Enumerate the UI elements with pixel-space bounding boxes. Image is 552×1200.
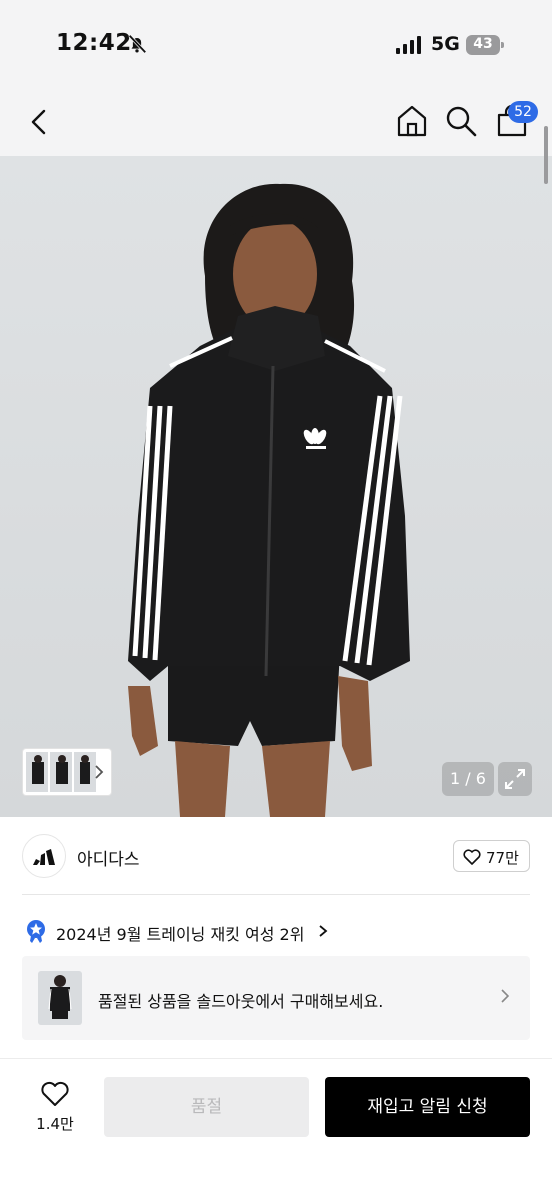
thumbnail-images xyxy=(26,752,96,792)
heart-icon xyxy=(463,849,481,865)
banner-thumbnail xyxy=(38,971,82,1025)
brand-like-button[interactable]: 77만 xyxy=(453,840,530,872)
search-icon[interactable] xyxy=(444,104,478,138)
signal-icon xyxy=(396,36,421,54)
adidas-logo-icon xyxy=(33,849,55,865)
heart-icon xyxy=(41,1081,69,1106)
chevron-right-icon xyxy=(95,765,104,779)
expand-icon xyxy=(505,769,525,789)
brand-logo[interactable] xyxy=(22,834,66,878)
wishlist-button[interactable]: 1.4만 xyxy=(30,1081,80,1137)
ranking-badge-icon xyxy=(27,920,45,943)
brand-name[interactable]: 아디다스 xyxy=(77,845,140,870)
brand-like-count: 77만 xyxy=(486,849,519,867)
back-icon[interactable] xyxy=(22,105,56,139)
chevron-right-icon[interactable] xyxy=(318,924,328,938)
ranking-text[interactable]: 2024년 9월 트레이닝 재킷 여성 2위 xyxy=(56,921,304,945)
soldout-button: 품절 xyxy=(104,1077,309,1137)
wishlist-count: 1.4만 xyxy=(36,1115,74,1133)
top-nav xyxy=(0,90,552,156)
expand-button[interactable] xyxy=(498,762,532,796)
banner-text: 품절된 상품을 솔드아웃에서 구매해보세요. xyxy=(98,992,384,1011)
status-bar: 12:42 5G 43 xyxy=(0,0,552,90)
status-time: 12:42 xyxy=(56,30,132,56)
product-image[interactable] xyxy=(0,156,552,817)
chevron-right-icon xyxy=(501,989,510,1003)
thumbnail-strip[interactable] xyxy=(22,748,112,796)
home-icon[interactable] xyxy=(394,103,430,139)
restock-alert-button[interactable]: 재입고 알림 신청 xyxy=(325,1077,530,1137)
jacket-photo xyxy=(128,183,410,817)
image-counter: 1 / 6 xyxy=(442,762,494,796)
bottom-action-bar: 1.4만 품절 재입고 알림 신청 xyxy=(0,1058,552,1200)
divider xyxy=(22,894,530,895)
cart-count-badge: 52 xyxy=(508,101,538,123)
scrollbar[interactable] xyxy=(544,126,548,184)
network-type: 5G xyxy=(431,33,460,55)
battery-level: 43 xyxy=(473,36,493,52)
battery-icon: 43 xyxy=(466,35,504,55)
bell-off-icon xyxy=(128,34,147,54)
soldout-banner[interactable]: 품절된 상품을 솔드아웃에서 구매해보세요. xyxy=(22,956,530,1040)
